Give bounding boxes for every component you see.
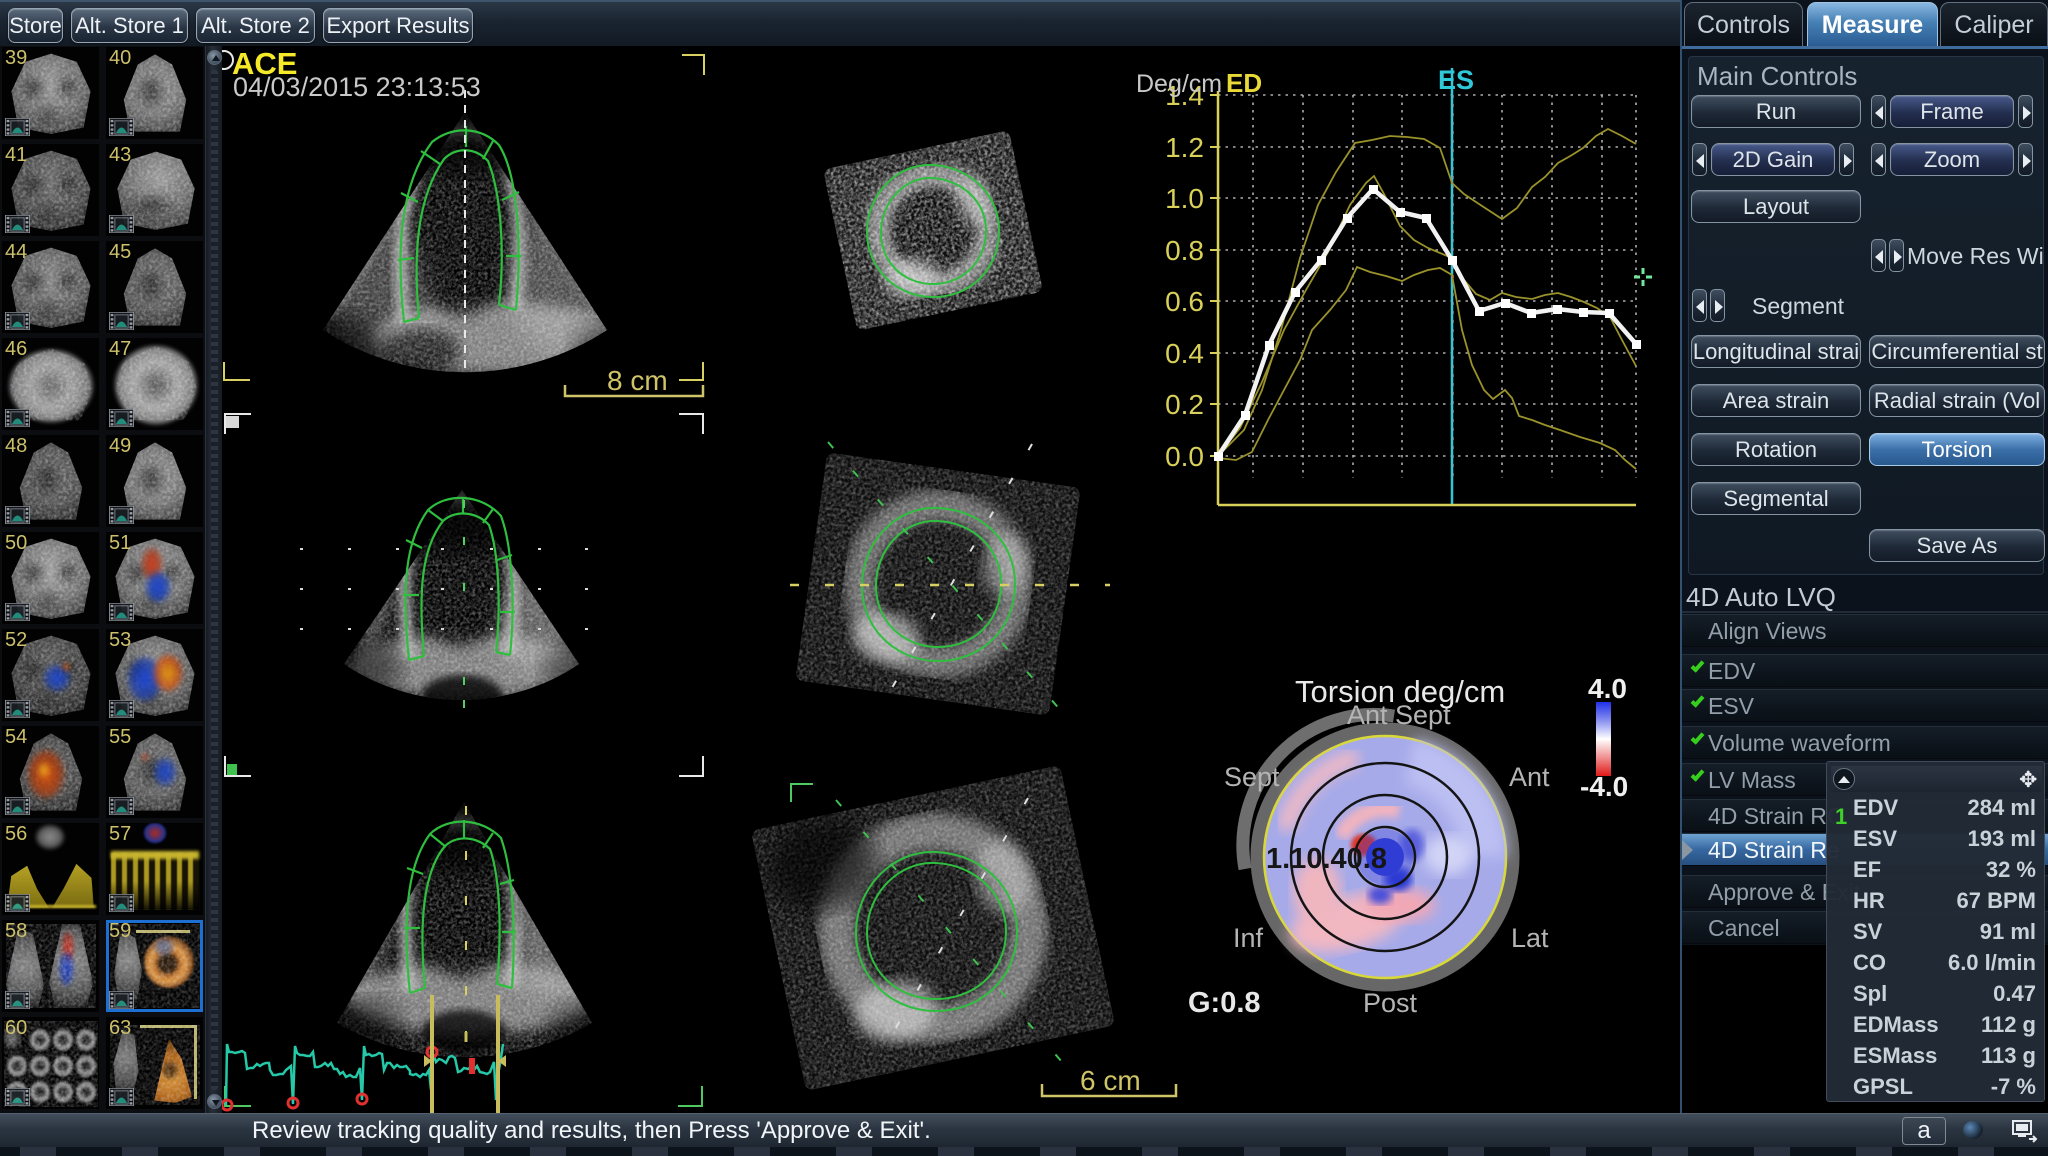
svg-text:ED: ED xyxy=(1226,68,1262,98)
svg-text:Inf: Inf xyxy=(1233,923,1264,953)
svg-text:Post: Post xyxy=(1363,988,1418,1018)
svg-text:8 cm: 8 cm xyxy=(607,365,668,396)
svg-text:Ant: Ant xyxy=(1509,762,1550,792)
svg-text:Torsion deg/cm: Torsion deg/cm xyxy=(1295,674,1505,709)
svg-text:1.2: 1.2 xyxy=(1165,132,1204,163)
svg-text:0.2: 0.2 xyxy=(1165,389,1204,420)
svg-text:Lat: Lat xyxy=(1511,923,1549,953)
svg-text:0.8: 0.8 xyxy=(1165,235,1204,266)
svg-text:1.0: 1.0 xyxy=(1165,183,1204,214)
svg-text:04/03/2015 23:13:53: 04/03/2015 23:13:53 xyxy=(233,72,481,102)
svg-text:Sept: Sept xyxy=(1224,762,1280,792)
svg-text:G:0.8: G:0.8 xyxy=(1188,987,1261,1019)
svg-text:0.0: 0.0 xyxy=(1165,441,1204,472)
svg-text:Deg/cm: Deg/cm xyxy=(1136,70,1222,98)
svg-text:0.4: 0.4 xyxy=(1165,338,1204,369)
svg-text:1.10.40.8: 1.10.40.8 xyxy=(1266,843,1387,875)
svg-text:0.6: 0.6 xyxy=(1165,286,1204,317)
svg-text:-4.0: -4.0 xyxy=(1580,771,1628,802)
svg-text:6 cm: 6 cm xyxy=(1080,1065,1141,1096)
svg-text:4.0: 4.0 xyxy=(1588,673,1627,704)
svg-text:ES: ES xyxy=(1438,65,1474,95)
